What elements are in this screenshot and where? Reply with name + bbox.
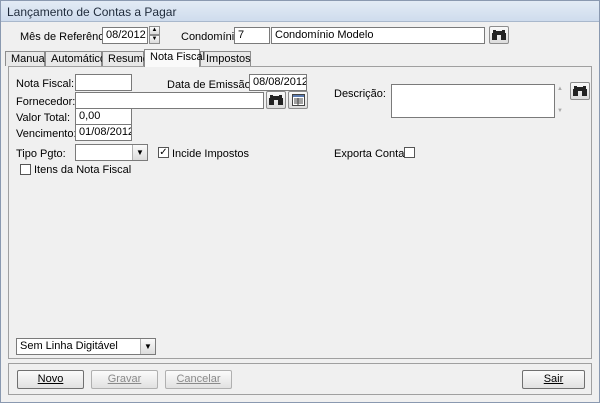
tab-automatico[interactable]: Automático (45, 51, 106, 66)
nota-fiscal-label: Nota Fiscal: (16, 78, 75, 90)
fornecedor-detail-icon[interactable] (288, 91, 308, 109)
main-window: Lançamento de Contas a Pagar Mês de Refe… (0, 0, 600, 403)
spin-down-icon[interactable]: ▼ (149, 35, 160, 44)
linha-digitavel-value: Sem Linha Digitável (20, 340, 118, 352)
fornecedor-label: Fornecedor: (16, 96, 76, 108)
itens-nota-fiscal-label: Itens da Nota Fiscal (34, 164, 132, 176)
chevron-down-icon[interactable]: ▼ (132, 145, 147, 160)
button-bar: Novo Gravar Cancelar Sair (8, 363, 592, 395)
descricao-textarea[interactable] (391, 84, 555, 118)
tab-resumo[interactable]: Resumo (102, 51, 149, 66)
exporta-contabil-checkbox[interactable] (404, 147, 415, 158)
descricao-label: Descrição: (334, 88, 386, 100)
linha-digitavel-select[interactable]: Sem Linha Digitável ▼ (16, 338, 156, 355)
nota-fiscal-input[interactable] (75, 74, 132, 91)
valor-total-label: Valor Total: (16, 112, 71, 124)
cancelar-button-label: Cancelar (176, 373, 221, 385)
condominio-code-input[interactable]: 7 (234, 27, 270, 44)
fornecedor-search-icon[interactable] (266, 91, 286, 109)
mes-referencia-input[interactable]: 08/2012 (102, 27, 148, 44)
scroll-up-icon[interactable]: ▲ (557, 84, 567, 94)
novo-button-label: Novo (37, 373, 64, 385)
sair-button[interactable]: Sair (522, 370, 585, 389)
incide-impostos-checkbox[interactable]: ✓ (158, 147, 169, 158)
vencimento-label: Vencimento: (16, 128, 77, 140)
cancelar-button[interactable]: Cancelar (165, 370, 232, 389)
sair-button-label: Sair (543, 373, 564, 385)
tab-impostos[interactable]: Impostos (200, 51, 251, 66)
tab-nota-fiscal[interactable]: Nota Fiscal (144, 49, 205, 67)
binoculars-icon[interactable] (489, 26, 509, 44)
scroll-down-icon[interactable]: ▼ (557, 106, 567, 116)
itens-nota-fiscal-checkbox[interactable] (20, 164, 31, 175)
spin-up-icon[interactable]: ▲ (149, 26, 160, 35)
descricao-scrollbar[interactable]: ▲ ▼ (557, 84, 567, 118)
valor-total-input[interactable]: 0,00 (75, 108, 132, 125)
tab-manual[interactable]: Manual (5, 51, 47, 66)
gravar-button-label: Gravar (107, 373, 142, 385)
descricao-search-icon[interactable] (570, 82, 590, 100)
gravar-button[interactable]: Gravar (91, 370, 158, 389)
tipo-pgto-label: Tipo Pgto: (16, 148, 66, 160)
condominio-name-input[interactable]: Condomínio Modelo (271, 27, 485, 44)
title-bar: Lançamento de Contas a Pagar (1, 1, 599, 22)
vencimento-input[interactable]: 01/08/2012 (75, 124, 132, 141)
mes-referencia-spinner[interactable]: ▲ ▼ (149, 26, 160, 45)
incide-impostos-label: Incide Impostos (172, 148, 250, 160)
tipo-pgto-select[interactable]: ▼ (75, 144, 148, 161)
data-emissao-input[interactable]: 08/08/2012 (249, 74, 307, 91)
fornecedor-input[interactable] (75, 92, 264, 109)
novo-button[interactable]: Novo (17, 370, 84, 389)
chevron-down-icon[interactable]: ▼ (140, 339, 155, 354)
window-title: Lançamento de Contas a Pagar (7, 5, 177, 19)
